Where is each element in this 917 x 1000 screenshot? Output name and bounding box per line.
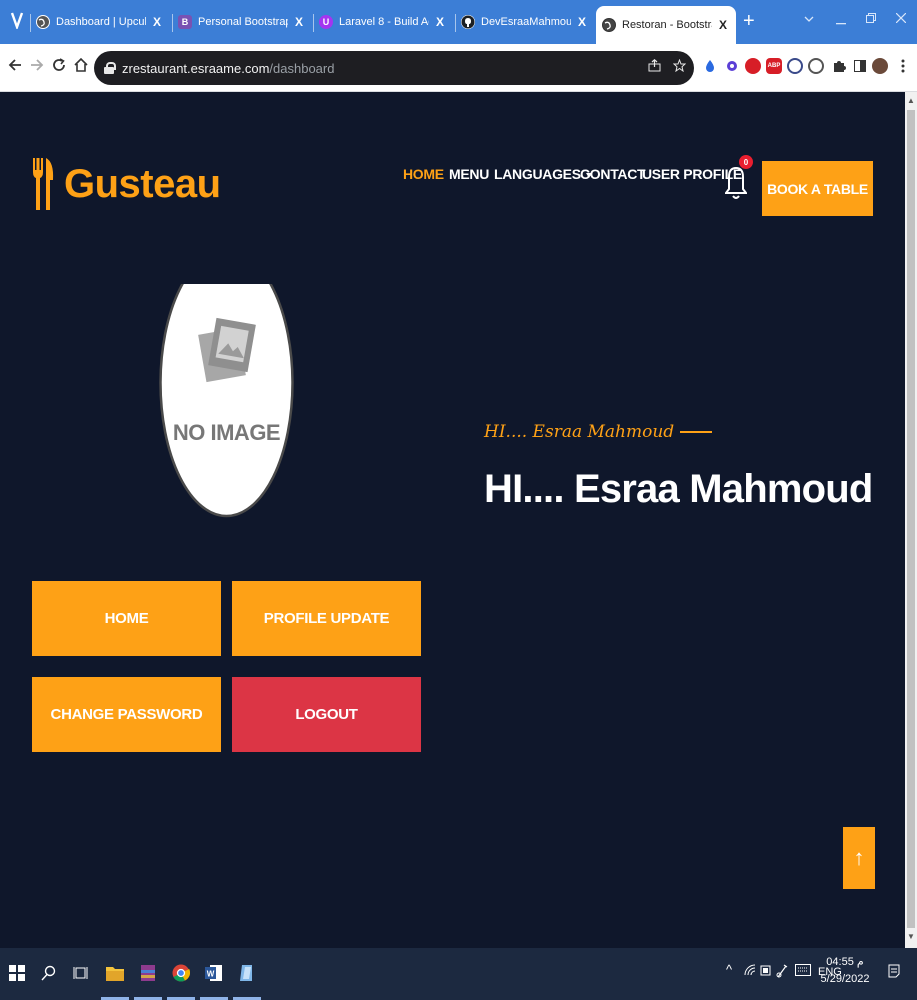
scroll-down-icon[interactable]: ▼ bbox=[907, 932, 915, 941]
system-clock[interactable]: 04:55 م 5/29/2022 bbox=[805, 954, 885, 988]
tab-title: Personal Bootstrap Templat bbox=[198, 16, 288, 28]
browser-tab[interactable]: DevEsraaMahmoud/Ecomm X bbox=[455, 6, 595, 38]
windows-taskbar: W ^ ENG 04:55 م 5/29/2022 bbox=[0, 948, 917, 1000]
home-icon[interactable] bbox=[74, 57, 88, 77]
arrow-up-icon: ↑ bbox=[853, 845, 865, 870]
scrollbar-thumb[interactable] bbox=[907, 110, 915, 928]
address-bar[interactable]: zrestaurant.esraame.com/dashboard bbox=[94, 51, 694, 85]
tab-separator bbox=[30, 14, 31, 32]
tab-separator bbox=[455, 14, 456, 32]
brand-name: Gusteau bbox=[64, 161, 221, 206]
chrome-icon[interactable] bbox=[170, 962, 192, 984]
bootstrap-icon: B bbox=[178, 15, 192, 29]
side-panel-icon[interactable] bbox=[852, 58, 868, 74]
browser-tab[interactable]: U Laravel 8 - Build Advance E X bbox=[313, 6, 453, 38]
nav-contact[interactable]: CONTACT bbox=[580, 166, 646, 182]
no-image-label: NO IMAGE bbox=[172, 420, 281, 445]
task-view-icon[interactable] bbox=[70, 962, 92, 984]
tab-search-chevron-icon[interactable] bbox=[804, 10, 814, 26]
battery-icon[interactable] bbox=[760, 964, 772, 979]
subtitle-line bbox=[680, 431, 713, 433]
globe-icon bbox=[36, 15, 50, 29]
share-icon[interactable] bbox=[648, 59, 661, 75]
search-icon[interactable] bbox=[38, 962, 60, 984]
utensils-icon bbox=[33, 158, 54, 210]
page-content: Gusteau HOME MENU LANGUAGES CONTACT USER… bbox=[0, 92, 905, 948]
tab-title: DevEsraaMahmoud/Ecomm bbox=[481, 16, 571, 28]
logout-button[interactable]: LOGOUT bbox=[232, 677, 421, 752]
back-to-top-button[interactable]: ↑ bbox=[843, 827, 875, 889]
tab-separator bbox=[313, 14, 314, 32]
greeting-subtitle-text: HI.... Esraa Mahmoud bbox=[484, 422, 675, 442]
github-icon bbox=[461, 15, 475, 29]
tab-close-icon[interactable]: X bbox=[575, 15, 589, 29]
udemy-icon: U bbox=[319, 15, 333, 29]
nav-home[interactable]: HOME bbox=[403, 166, 444, 182]
url-host: zrestaurant.esraame.com bbox=[122, 60, 270, 76]
bookmark-star-icon[interactable] bbox=[672, 58, 687, 75]
lock-icon bbox=[104, 62, 116, 74]
nav-languages[interactable]: LANGUAGES bbox=[494, 166, 592, 182]
book-a-table-button[interactable]: BOOK A TABLE bbox=[762, 161, 873, 216]
greeting-subtitle: HI.... Esraa Mahmoud bbox=[484, 422, 713, 442]
more-menu-icon[interactable] bbox=[895, 58, 911, 74]
minimize-icon[interactable] bbox=[836, 12, 846, 28]
nav-menu[interactable]: MENU bbox=[449, 166, 489, 182]
notification-center-icon[interactable] bbox=[888, 964, 900, 981]
globe-icon bbox=[602, 18, 616, 32]
profile-update-button[interactable]: PROFILE UPDATE bbox=[232, 581, 421, 656]
tab-close-icon[interactable]: X bbox=[292, 15, 306, 29]
home-button[interactable]: HOME bbox=[32, 581, 221, 656]
browser-tab-active[interactable]: Restoran - Bootstrap Restau X bbox=[596, 6, 736, 44]
notes-app-icon[interactable] bbox=[236, 962, 258, 984]
word-icon[interactable]: W bbox=[203, 962, 225, 984]
forward-arrow-icon[interactable] bbox=[30, 57, 44, 77]
tab-close-icon[interactable]: X bbox=[716, 18, 730, 32]
browser-toolbar: zrestaurant.esraame.com/dashboard ABP bbox=[0, 44, 917, 92]
browser-tab-bar: Dashboard | Upcube - Admi X B Personal B… bbox=[0, 0, 917, 44]
scroll-up-icon[interactable]: ▲ bbox=[907, 96, 915, 105]
tray-chevron-up-icon[interactable]: ^ bbox=[726, 962, 732, 977]
close-window-icon[interactable] bbox=[895, 10, 907, 26]
svg-text:W: W bbox=[207, 970, 215, 979]
clock-date: 5/29/2022 bbox=[820, 973, 870, 985]
notification-badge: 0 bbox=[739, 155, 753, 169]
adblock-icon[interactable]: ABP bbox=[766, 58, 782, 74]
avatar: NO IMAGE bbox=[158, 248, 295, 518]
tab-title: Restoran - Bootstrap Restau bbox=[622, 19, 712, 31]
restore-icon[interactable] bbox=[866, 10, 876, 26]
extension-circle-icon[interactable] bbox=[787, 58, 803, 74]
browser-tab[interactable]: Dashboard | Upcube - Admi X bbox=[30, 6, 170, 38]
tab-close-icon[interactable]: X bbox=[433, 15, 447, 29]
pen-icon[interactable] bbox=[776, 964, 788, 981]
tab-title: Dashboard | Upcube - Admi bbox=[56, 16, 146, 28]
tab-close-icon[interactable]: X bbox=[150, 15, 164, 29]
tab-separator bbox=[172, 14, 173, 32]
change-password-button[interactable]: CHANGE PASSWORD bbox=[32, 677, 221, 752]
extensions-puzzle-icon[interactable] bbox=[831, 58, 847, 74]
site-logo[interactable]: Gusteau bbox=[32, 158, 221, 210]
extension-drop-icon[interactable] bbox=[702, 58, 718, 74]
back-arrow-icon[interactable] bbox=[8, 57, 22, 77]
greeting-title: HI.... Esraa Mahmoud bbox=[484, 467, 873, 511]
reload-icon[interactable] bbox=[52, 57, 66, 77]
browser-tab[interactable]: B Personal Bootstrap Templat X bbox=[172, 6, 312, 38]
windows-start-icon[interactable] bbox=[6, 962, 28, 984]
page-scrollbar[interactable]: ▲ ▼ bbox=[905, 92, 917, 948]
clock-time: 04:55 م bbox=[826, 956, 864, 968]
new-tab-button[interactable]: + bbox=[743, 11, 755, 31]
url-path: /dashboard bbox=[269, 60, 335, 76]
extension-shield-icon[interactable] bbox=[745, 58, 761, 74]
winrar-icon[interactable] bbox=[137, 962, 159, 984]
tab-title: Laravel 8 - Build Advance E bbox=[339, 16, 429, 28]
extension-gear-icon[interactable] bbox=[724, 58, 740, 74]
nav-languages-label: LANGUAGES bbox=[494, 166, 581, 182]
tab-search-icon[interactable] bbox=[8, 11, 26, 31]
profile-avatar-icon[interactable] bbox=[872, 58, 888, 74]
file-explorer-icon[interactable] bbox=[104, 962, 126, 984]
wifi-icon[interactable] bbox=[744, 964, 758, 979]
extension-badge-icon[interactable] bbox=[808, 58, 824, 74]
